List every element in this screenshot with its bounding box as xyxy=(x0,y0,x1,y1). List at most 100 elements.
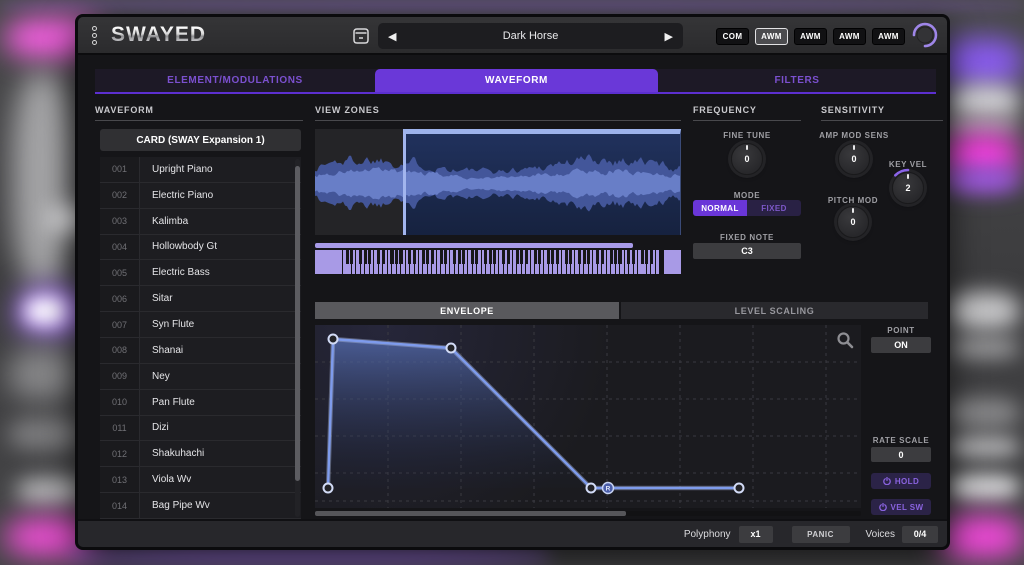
app-logo: SWAYED xyxy=(111,23,206,47)
mode-fixed-button[interactable]: FIXED xyxy=(747,200,801,216)
backdrop-glow xyxy=(8,418,84,450)
preset-next-button[interactable]: ▶ xyxy=(665,30,673,43)
item-name: Dizi xyxy=(140,416,169,441)
black-key xyxy=(601,250,604,264)
list-scrollbar-thumb[interactable] xyxy=(295,166,300,481)
table-row[interactable]: 013Viola Wv xyxy=(100,467,301,493)
table-row[interactable]: 006Sitar xyxy=(100,286,301,312)
list-scrollbar[interactable] xyxy=(295,159,300,517)
pitch-mod-knob[interactable]: 0 xyxy=(837,206,869,238)
slot-button-awm1[interactable]: AWM xyxy=(755,28,788,45)
table-row[interactable]: 004Hollowbody Gt xyxy=(100,235,301,261)
menu-icon[interactable] xyxy=(92,26,97,45)
fixed-note-value[interactable]: C3 xyxy=(693,243,801,259)
tab-level-scaling[interactable]: LEVEL SCALING xyxy=(621,302,928,319)
backdrop-glow xyxy=(948,338,1020,358)
table-row[interactable]: 014Bag Pipe Wv xyxy=(100,493,301,519)
item-number: 005 xyxy=(100,260,140,285)
slot-button-awm2[interactable]: AWM xyxy=(794,28,827,45)
black-key xyxy=(525,250,528,264)
black-key xyxy=(440,250,443,264)
footer-bar: Polyphony x1 PANIC Voices 0/4 xyxy=(78,519,947,547)
black-key xyxy=(350,250,353,264)
amp-mod-sens-knob[interactable]: 0 xyxy=(838,143,870,175)
black-key xyxy=(618,250,621,264)
black-key xyxy=(484,250,487,264)
power-icon xyxy=(883,477,891,485)
key-vel-knob[interactable]: 2 xyxy=(892,172,924,204)
white-key xyxy=(315,250,342,274)
desktop-background: SWAYED ◀ Dark Horse ▶ COM AWM AWM AWM AW… xyxy=(0,0,1024,565)
backdrop-glow xyxy=(938,516,1024,558)
polyphony-value[interactable]: x1 xyxy=(739,526,773,543)
mode-normal-button[interactable]: NORMAL xyxy=(693,200,747,216)
black-key xyxy=(390,250,393,264)
tab-envelope[interactable]: ENVELOPE xyxy=(315,302,619,319)
item-number: 004 xyxy=(100,235,140,260)
waveform-display[interactable] xyxy=(315,129,681,235)
backdrop-glow xyxy=(12,72,74,287)
zone-range-bar[interactable] xyxy=(315,243,633,248)
zone-keyboard[interactable] xyxy=(315,250,681,275)
preset-prev-button[interactable]: ◀ xyxy=(388,30,396,43)
slot-button-awm4[interactable]: AWM xyxy=(872,28,905,45)
black-key xyxy=(516,250,519,264)
table-row[interactable]: 003Kalimba xyxy=(100,209,301,235)
plugin-window: SWAYED ◀ Dark Horse ▶ COM AWM AWM AWM AW… xyxy=(75,14,950,550)
power-icon xyxy=(879,503,887,511)
item-name: Electric Piano xyxy=(140,183,213,208)
tab-filters[interactable]: FILTERS xyxy=(658,69,936,92)
item-name: Shanai xyxy=(140,338,183,363)
table-row[interactable]: 007Syn Flute xyxy=(100,312,301,338)
black-key xyxy=(408,250,411,264)
card-header-button[interactable]: CARD (SWAY Expansion 1) xyxy=(100,129,301,151)
waveform-section-title: WAVEFORM xyxy=(95,105,303,121)
envelope-point xyxy=(324,484,333,493)
rate-scale-value[interactable]: 0 xyxy=(871,447,931,462)
slot-button-com[interactable]: COM xyxy=(716,28,749,45)
table-row[interactable]: 012Shakuhachi xyxy=(100,441,301,467)
tab-waveform[interactable]: WAVEFORM xyxy=(375,69,658,92)
rate-scale-label: RATE SCALE xyxy=(865,436,937,445)
fine-tune-knob[interactable]: 0 xyxy=(731,143,763,175)
envelope-graph[interactable]: R xyxy=(315,325,861,508)
point-on-button[interactable]: ON xyxy=(871,337,931,353)
fine-tune-label: FINE TUNE xyxy=(693,131,801,140)
envelope-scrollbar[interactable] xyxy=(315,511,861,516)
white-key xyxy=(664,250,681,274)
view-zones-title: VIEW ZONES xyxy=(315,105,681,121)
zoom-icon[interactable] xyxy=(836,331,854,349)
envelope-tabbar: ENVELOPE LEVEL SCALING xyxy=(315,302,928,319)
preset-name[interactable]: Dark Horse xyxy=(503,30,559,42)
envelope-point xyxy=(447,344,456,353)
table-row[interactable]: 008Shanai xyxy=(100,338,301,364)
black-key xyxy=(632,250,635,264)
tab-element-modulations[interactable]: ELEMENT/MODULATIONS xyxy=(95,69,375,92)
table-row[interactable]: 011Dizi xyxy=(100,416,301,442)
table-row[interactable]: 009Ney xyxy=(100,364,301,390)
table-row[interactable]: 002Electric Piano xyxy=(100,183,301,209)
black-key xyxy=(489,250,492,264)
black-key xyxy=(493,250,496,264)
table-row[interactable]: 010Pan Flute xyxy=(100,390,301,416)
table-row[interactable]: 005Electric Bass xyxy=(100,260,301,286)
black-key xyxy=(413,250,416,264)
black-key xyxy=(614,250,617,264)
mode-label: MODE xyxy=(693,191,801,200)
table-row[interactable]: 001Upright Piano xyxy=(100,157,301,183)
item-name: Kalimba xyxy=(140,209,188,234)
envelope-curve: R xyxy=(315,325,861,508)
hold-button[interactable]: HOLD xyxy=(871,473,931,489)
black-key xyxy=(587,250,590,264)
black-key xyxy=(627,250,630,264)
envelope-scrollbar-thumb[interactable] xyxy=(315,511,626,516)
slot-button-awm3[interactable]: AWM xyxy=(833,28,866,45)
master-volume-knob[interactable] xyxy=(911,21,939,51)
item-number: 007 xyxy=(100,312,140,337)
save-card-icon[interactable] xyxy=(350,26,372,51)
vel-sw-button[interactable]: VEL SW xyxy=(871,499,931,515)
envelope-point xyxy=(329,335,338,344)
black-key xyxy=(426,250,429,264)
black-key xyxy=(547,250,550,264)
panic-button[interactable]: PANIC xyxy=(792,526,850,543)
